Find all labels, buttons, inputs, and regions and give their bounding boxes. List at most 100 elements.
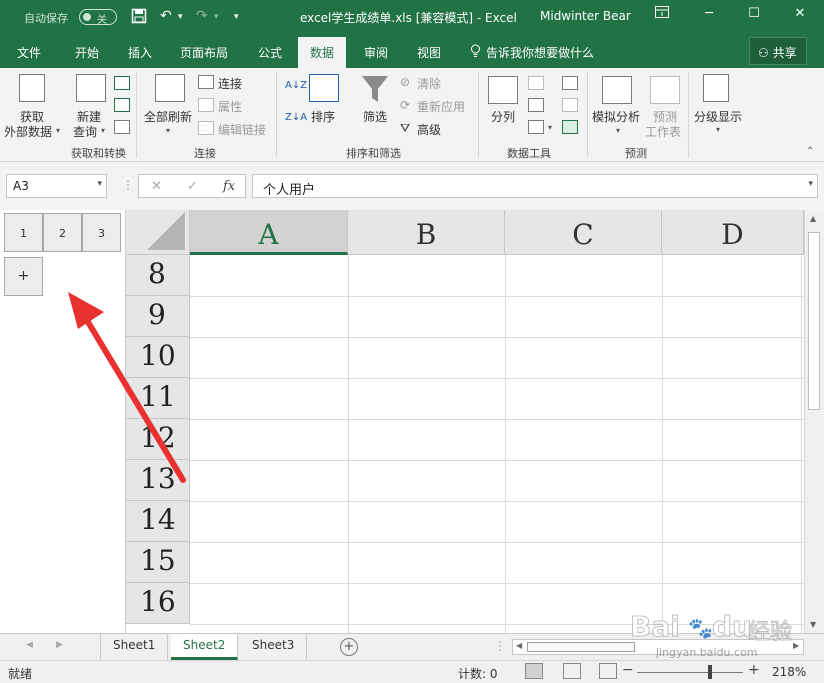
sheet-tab-sheet1[interactable]: Sheet1 — [101, 634, 169, 660]
row-header-12[interactable]: 12 — [126, 419, 190, 460]
tab-review[interactable]: 审阅 — [364, 44, 388, 61]
name-box[interactable]: A3 ▾ — [6, 174, 107, 198]
vertical-scrollbar[interactable]: ▲ ▼ — [804, 210, 824, 633]
redo-icon[interactable]: ↷ — [196, 8, 208, 24]
data-validation-icon[interactable] — [528, 120, 544, 134]
formula-input[interactable]: 个人用户 ▾ — [252, 174, 818, 198]
tab-home[interactable]: 开始 — [75, 44, 99, 61]
column-header-a[interactable]: A — [190, 210, 348, 255]
share-button[interactable]: ⚇ 共享 — [749, 37, 807, 65]
vertical-scroll-thumb[interactable] — [808, 232, 820, 410]
recent-sources-icon[interactable] — [114, 120, 130, 134]
remove-duplicates-icon[interactable] — [528, 98, 544, 112]
chevron-down-icon[interactable]: ▾ — [97, 179, 102, 189]
connections-icon[interactable] — [198, 75, 214, 89]
get-external-data-icon[interactable] — [19, 74, 45, 102]
tab-insert[interactable]: 插入 — [128, 44, 152, 61]
close-icon[interactable]: ✕ — [788, 6, 812, 26]
normal-view-icon[interactable] — [525, 663, 543, 679]
edit-links-button[interactable]: 编辑链接 — [218, 121, 266, 138]
undo-icon[interactable]: ↶ — [160, 8, 172, 24]
tab-view[interactable]: 视图 — [417, 44, 441, 61]
tab-page-layout[interactable]: 页面布局 — [180, 44, 228, 61]
tab-file[interactable]: 文件 — [17, 44, 41, 61]
drag-handle-icon[interactable]: ⋮ — [494, 639, 506, 653]
row-header-11[interactable]: 11 — [126, 378, 190, 419]
autosave-toggle[interactable]: 关 — [79, 9, 117, 26]
row-header-14[interactable]: 14 — [126, 501, 190, 542]
flash-fill-icon[interactable] — [528, 76, 544, 90]
sort-button[interactable]: 排序 — [311, 108, 335, 125]
properties-button[interactable]: 属性 — [218, 98, 242, 115]
tab-formulas[interactable]: 公式 — [258, 44, 282, 61]
text-to-columns-button[interactable]: 分列 — [491, 108, 515, 125]
zoom-in-icon[interactable]: + — [748, 662, 760, 678]
row-header-10[interactable]: 10 — [126, 337, 190, 378]
clear-button[interactable]: 清除 — [417, 75, 441, 92]
maximize-icon[interactable]: ☐ — [742, 6, 766, 26]
reapply-button[interactable]: 重新应用 — [417, 98, 465, 115]
connections-button[interactable]: 连接 — [218, 75, 242, 92]
undo-dropdown-icon[interactable]: ▾ — [178, 12, 183, 22]
worksheet-grid[interactable]: A B C D 8 9 10 11 12 13 14 15 16 — [126, 210, 804, 633]
consolidate-icon[interactable] — [562, 76, 578, 90]
what-if-analysis-button[interactable]: 模拟分析 — [592, 108, 640, 125]
expand-formula-bar-icon[interactable]: ▾ — [808, 179, 813, 189]
column-header-c[interactable]: C — [505, 210, 662, 255]
outline-button[interactable]: 分级显示 — [694, 108, 742, 125]
refresh-all-button[interactable]: 全部刷新 — [144, 108, 192, 125]
sort-ascending-icon[interactable]: A↓Z — [285, 80, 307, 91]
zoom-slider[interactable] — [637, 672, 743, 673]
cancel-icon[interactable]: ✕ — [151, 179, 162, 194]
scroll-right-icon[interactable]: ▶ — [793, 641, 799, 650]
scroll-down-icon[interactable]: ▼ — [810, 620, 816, 629]
user-name[interactable]: Midwinter Bear — [540, 9, 631, 23]
outline-level-1-button[interactable]: 1 — [4, 213, 43, 252]
what-if-analysis-icon[interactable] — [602, 76, 632, 104]
redo-dropdown-icon[interactable]: ▾ — [214, 12, 219, 22]
outline-level-3-button[interactable]: 3 — [82, 213, 121, 252]
column-header-d[interactable]: D — [662, 210, 804, 255]
expand-group-button[interactable]: + — [4, 257, 43, 296]
row-header-15[interactable]: 15 — [126, 542, 190, 583]
new-query-icon[interactable] — [76, 74, 106, 102]
collapse-ribbon-icon[interactable]: ⌃ — [806, 146, 814, 157]
sheet-tab-sheet2[interactable]: Sheet2 — [171, 634, 239, 660]
tell-me-input[interactable]: 告诉我你想要做什么 — [486, 44, 594, 61]
zoom-slider-handle[interactable] — [708, 665, 712, 679]
page-break-view-icon[interactable] — [599, 663, 617, 679]
from-table-icon[interactable] — [114, 98, 130, 112]
insert-function-icon[interactable]: fx — [223, 179, 235, 194]
show-queries-icon[interactable] — [114, 76, 130, 90]
text-to-columns-icon[interactable] — [488, 76, 518, 104]
next-sheet-icon[interactable]: ▶ — [56, 640, 63, 650]
tab-data[interactable]: 数据 — [298, 37, 347, 68]
refresh-all-icon[interactable] — [155, 74, 185, 102]
zoom-level[interactable]: 218% — [772, 665, 806, 679]
sort-icon[interactable] — [309, 74, 339, 102]
ribbon-display-options-icon[interactable] — [650, 6, 674, 26]
sort-descending-icon[interactable]: Z↓A — [285, 112, 307, 123]
data-model-icon[interactable] — [562, 120, 578, 134]
column-header-b[interactable]: B — [348, 210, 505, 255]
row-header-8[interactable]: 8 — [126, 255, 190, 296]
advanced-button[interactable]: 高级 — [417, 121, 441, 138]
outline-icon[interactable] — [703, 74, 729, 102]
previous-sheet-icon[interactable]: ◀ — [26, 640, 33, 650]
relationships-icon[interactable] — [562, 98, 578, 112]
zoom-out-icon[interactable]: − — [622, 662, 634, 678]
sheet-tab-sheet3[interactable]: Sheet3 — [240, 634, 308, 660]
save-icon[interactable] — [131, 8, 147, 28]
scroll-up-icon[interactable]: ▲ — [810, 214, 816, 223]
row-header-13[interactable]: 13 — [126, 460, 190, 501]
add-sheet-button[interactable]: + — [340, 638, 358, 656]
filter-button[interactable]: 筛选 — [363, 108, 387, 125]
horizontal-scroll-thumb[interactable] — [527, 642, 635, 652]
row-header-9[interactable]: 9 — [126, 296, 190, 337]
scroll-left-icon[interactable]: ◀ — [516, 641, 522, 650]
filter-icon[interactable] — [361, 74, 389, 107]
select-all-button[interactable] — [126, 210, 190, 255]
customize-qat-icon[interactable]: ▾ — [234, 12, 239, 22]
outline-level-2-button[interactable]: 2 — [43, 213, 82, 252]
enter-icon[interactable]: ✓ — [187, 179, 198, 194]
